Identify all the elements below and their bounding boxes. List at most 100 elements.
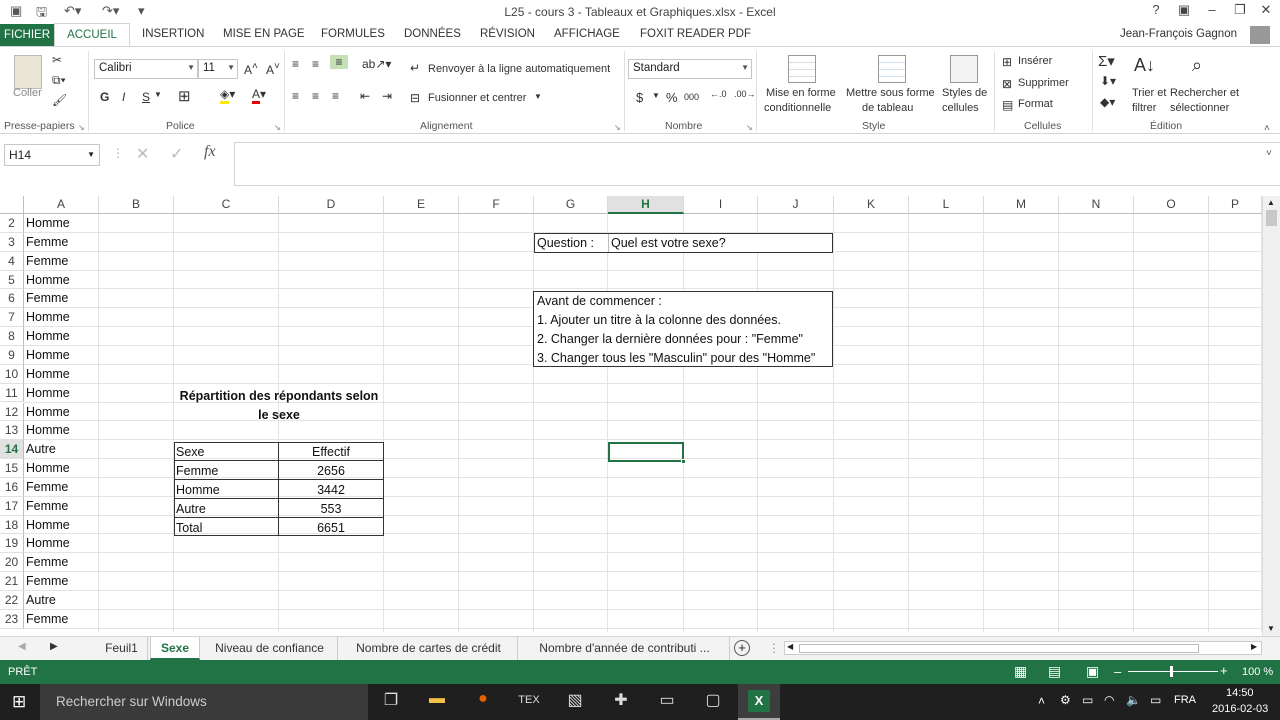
scroll-thumb[interactable] [1266,210,1277,226]
align-middle-icon[interactable]: ≡ [312,57,319,71]
scroll-right-icon[interactable]: ▶ [1251,642,1257,651]
sheet-tab-annee-contribution[interactable]: Nombre d'année de contributi ... [520,637,730,660]
align-top-icon[interactable]: ≡ [292,57,299,71]
tab-fichier[interactable]: FICHIER [0,24,54,46]
clock-date[interactable]: 2016-02-03 [1212,703,1268,715]
cell-sexe-value[interactable]: Femme [26,555,68,569]
column-header[interactable]: J [758,196,834,214]
insert-cells-icon[interactable]: ⊞ [1002,55,1012,69]
cell-sexe-value[interactable]: Autre [26,442,56,456]
delete-button[interactable]: Supprimer [1018,77,1069,89]
summary-header-sexe[interactable]: Sexe [176,445,205,459]
row-header[interactable]: 15 [0,459,24,478]
tab-mise-en-page[interactable]: MISE EN PAGE [223,28,305,40]
thousands-button[interactable]: 000 [684,92,699,102]
zoom-slider-thumb[interactable] [1170,666,1173,677]
underline-button[interactable]: S [142,90,150,104]
sort-filter-line1[interactable]: Trier et [1132,87,1166,99]
summary-title-line1[interactable]: Répartition des répondants selon [174,389,384,403]
instruction-line[interactable]: 2. Changer la dernière données pour : "F… [537,332,803,346]
copy-icon[interactable]: ⧉▾ [52,73,66,88]
font-size-combo[interactable]: 11 ▼ [198,59,238,79]
insert-button[interactable]: Insérer [1018,55,1052,67]
windows-start-icon[interactable]: ⊞ [12,692,26,712]
sheet-tab-feuil1[interactable]: Feuil1 [96,637,148,660]
tray-chevron-icon[interactable]: ˄ [1038,694,1045,708]
vertical-scrollbar[interactable]: ▲ ▼ [1262,196,1280,636]
underline-dropdown-icon[interactable]: ▼ [154,90,162,99]
volume-icon[interactable]: 🔈 [1126,693,1141,707]
sheet-tab-cartes-credit[interactable]: Nombre de cartes de crédit [340,637,518,660]
column-header[interactable]: H [608,196,684,214]
summary-category[interactable]: Autre [176,502,206,516]
app-window-icon[interactable]: ▭ [654,690,680,714]
dialog-launcher-icon[interactable]: ↘ [614,123,621,132]
hscroll-thumb[interactable] [799,644,1199,653]
excel-taskbar-button[interactable]: X [738,684,780,720]
cell-styles-line2[interactable]: cellules [942,102,979,114]
row-header[interactable]: 7 [0,308,24,328]
column-header[interactable]: K [834,196,909,214]
summary-category[interactable]: Femme [176,464,218,478]
row-header[interactable]: 23 [0,609,24,629]
cell-sexe-value[interactable]: Femme [26,499,68,513]
summary-header-effectif[interactable]: Effectif [280,445,382,459]
select-all-corner[interactable] [0,196,24,214]
summary-category[interactable]: Homme [176,483,220,497]
column-header[interactable]: I [684,196,758,214]
format-as-table-line1[interactable]: Mettre sous forme [846,87,935,99]
fill-color-icon[interactable]: ◈▾ [220,87,235,104]
format-cells-icon[interactable]: ▤ [1002,98,1013,112]
merge-icon[interactable]: ⊟ [410,91,420,105]
scroll-up-icon[interactable]: ▲ [1267,198,1275,207]
row-header[interactable]: 16 [0,477,24,497]
conditional-format-line1[interactable]: Mise en forme [766,87,836,99]
enter-icon[interactable]: ✓ [170,144,183,164]
delete-cells-icon[interactable]: ⊠ [1002,77,1012,91]
cell-sexe-value[interactable]: Homme [26,405,70,419]
sheet-tab-sexe[interactable]: Sexe [150,637,200,660]
cell-sexe-value[interactable]: Homme [26,273,70,287]
taskbar-search[interactable]: Rechercher sur Windows [40,684,368,720]
format-painter-icon[interactable]: 🖌 [52,93,67,107]
column-header[interactable]: C [174,196,279,214]
cell-sexe-value[interactable]: Homme [26,367,70,381]
borders-icon[interactable]: ⊞ [178,87,191,105]
cell-styles-icon[interactable] [950,55,978,83]
align-right-icon[interactable]: ≡ [332,89,339,103]
summary-count[interactable]: 2656 [280,464,382,478]
percent-button[interactable]: % [666,90,678,105]
shrink-font-icon[interactable]: A˅ [266,61,280,77]
cell-sexe-value[interactable]: Homme [26,536,70,550]
font-name-combo[interactable]: Calibri ▼ [94,59,198,79]
column-header[interactable]: D [279,196,384,214]
wifi-icon[interactable]: ◠ [1104,693,1114,707]
wrap-text-icon[interactable]: ↵ [410,61,420,75]
decrease-decimal-icon[interactable]: .00→ [734,89,756,99]
summary-count[interactable]: 6651 [280,521,382,535]
app-icon[interactable]: ▧ [562,690,588,714]
zoom-out-icon[interactable]: – [1114,664,1121,679]
sort-filter-line2[interactable]: filtrer [1132,102,1156,114]
row-header[interactable]: 4 [0,251,24,271]
column-header[interactable]: M [984,196,1059,214]
tab-splitter-icon[interactable]: ⋮ [768,641,780,655]
grow-font-icon[interactable]: A˄ [244,61,258,77]
cancel-icon[interactable]: ✕ [136,144,149,164]
autosum-icon[interactable]: Σ▾ [1098,52,1115,70]
cell-sexe-value[interactable]: Femme [26,612,68,626]
formula-input[interactable] [234,142,1280,186]
column-header[interactable]: B [99,196,174,214]
italic-button[interactable]: I [122,90,125,104]
column-header[interactable]: L [909,196,984,214]
format-as-table-icon[interactable] [878,55,906,83]
zoom-level[interactable]: 100 % [1242,666,1273,678]
summary-count[interactable]: 3442 [280,483,382,497]
battery-icon[interactable]: ▭ [1082,693,1093,707]
name-box[interactable]: H14 ▼ [4,144,100,166]
question-text[interactable]: Quel est votre sexe? [611,236,726,250]
find-select-line1[interactable]: Rechercher et [1170,87,1239,99]
page-break-view-icon[interactable]: ▣ [1086,663,1099,680]
row-header[interactable]: 14 [0,440,24,460]
column-header[interactable]: P [1209,196,1262,214]
